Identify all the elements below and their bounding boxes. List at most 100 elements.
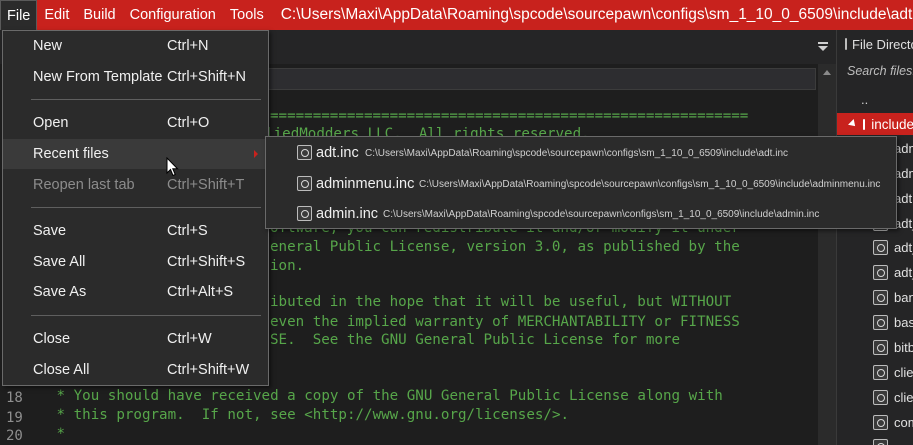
file-item[interactable]: adt_	[873, 262, 913, 282]
gear-icon	[873, 364, 888, 380]
menu-tools[interactable]: Tools	[223, 0, 271, 30]
recent-files-submenu: adt.inc C:\Users\Maxi\AppData\Roaming\sp…	[265, 136, 897, 229]
code-line: ========================================…	[270, 108, 749, 124]
menu-item-close-all[interactable]: Close All Ctrl+Shift+W	[3, 355, 268, 385]
menu-item-label: New	[33, 38, 63, 54]
menu-item-shortcut: Ctrl+N	[167, 38, 209, 54]
menu-edit[interactable]: Edit	[37, 0, 76, 30]
code-line: eneral Public License, version 3.0, as p…	[270, 239, 740, 255]
folder-icon	[863, 118, 866, 130]
file-label: base	[894, 314, 913, 330]
gear-icon	[873, 239, 888, 255]
menu-item-close[interactable]: Close Ctrl+W	[3, 324, 268, 354]
file-item[interactable]: clien	[873, 387, 913, 407]
file-item[interactable]: com	[873, 412, 913, 432]
menu-item-shortcut: Ctrl+W	[167, 331, 212, 347]
menu-item-label: New From Template	[33, 69, 163, 85]
recent-file-name: adminmenu.inc	[316, 176, 415, 192]
menu-item-label: Close	[33, 331, 71, 347]
recent-file-path: C:\Users\Maxi\AppData\Roaming\spcode\sou…	[419, 178, 881, 190]
file-item[interactable]: ban	[873, 287, 913, 307]
recent-file-item[interactable]: adt.inc C:\Users\Maxi\AppData\Roaming\sp…	[266, 138, 896, 168]
gear-icon	[873, 314, 888, 330]
menu-item-shortcut: Ctrl+Shift+W	[167, 362, 250, 378]
menu-item-shortcut: Ctrl+Shift+S	[167, 254, 246, 270]
file-item[interactable]	[873, 436, 894, 445]
file-label: com	[894, 414, 913, 430]
menu-configuration[interactable]: Configuration	[123, 0, 223, 30]
gear-icon	[297, 145, 312, 160]
tab-list-button[interactable]	[818, 40, 830, 54]
window-title: C:\Users\Maxi\AppData\Roaming\spcode\sou…	[280, 6, 913, 23]
menu-file[interactable]: File	[0, 0, 38, 30]
menu-item-open[interactable]: Open Ctrl+O	[3, 108, 268, 138]
file-directory-header: File Directory	[837, 30, 913, 58]
menu-item-shortcut: Ctrl+S	[167, 223, 208, 239]
menu-item-new-from-template[interactable]: New From Template Ctrl+Shift+N	[3, 62, 268, 92]
menu-bar: File Edit Build Configuration Tools C:\U…	[0, 0, 913, 30]
menu-item-label: Save	[33, 223, 67, 239]
gear-icon	[873, 414, 888, 430]
code-line: * You should have received a copy of the…	[48, 388, 723, 404]
line-number: 18	[6, 390, 23, 406]
menu-item-shortcut: Ctrl+Alt+S	[167, 284, 234, 300]
menu-item-label: Save All	[33, 254, 86, 270]
file-label: ban	[894, 289, 913, 305]
file-item[interactable]: clien	[873, 362, 913, 382]
file-label: adt_	[894, 239, 913, 255]
parent-directory-item[interactable]: ..	[861, 92, 868, 107]
menu-item-save-as[interactable]: Save As Ctrl+Alt+S	[3, 277, 268, 307]
code-line: ibuted in the hope that it will be usefu…	[270, 294, 732, 310]
line-number: 20	[6, 428, 23, 444]
submenu-arrow-icon	[254, 150, 258, 158]
menu-separator	[31, 99, 261, 100]
line-number: 19	[6, 410, 23, 426]
code-line: * this program. If not, see <http://www.…	[48, 407, 570, 423]
menu-item-label: Reopen last tab	[33, 177, 135, 193]
code-line: SE. See the GNU General Public License f…	[270, 332, 680, 348]
file-item[interactable]: bitb	[873, 337, 913, 357]
menu-item-reopen-last-tab[interactable]: Reopen last tab Ctrl+Shift+T	[3, 170, 268, 200]
menu-item-shortcut: Ctrl+O	[167, 115, 210, 131]
scroll-up-icon[interactable]	[823, 70, 831, 75]
gear-icon	[873, 339, 888, 355]
menu-item-label: Save As	[33, 284, 87, 300]
file-label: bitb	[894, 339, 913, 355]
recent-file-item[interactable]: admin.inc C:\Users\Maxi\AppData\Roaming\…	[266, 199, 896, 229]
code-line: *	[48, 426, 66, 442]
mouse-cursor-icon	[166, 157, 179, 177]
gear-icon	[297, 176, 312, 191]
gear-icon	[873, 438, 888, 445]
file-search-input[interactable]: Search files...	[847, 64, 913, 78]
file-menu-dropdown: New Ctrl+N New From Template Ctrl+Shift+…	[2, 30, 269, 386]
menu-item-shortcut: Ctrl+Shift+T	[167, 177, 245, 193]
menu-item-label: Open	[33, 115, 69, 131]
file-label: adt_	[894, 264, 913, 280]
code-line: ion.	[270, 258, 305, 274]
file-item[interactable]: adt_	[873, 237, 913, 257]
file-label: clien	[894, 389, 913, 405]
panel-title: File Directory	[852, 36, 913, 52]
menu-item-label: Close All	[33, 362, 90, 378]
menu-separator	[31, 315, 261, 316]
vertical-scrollbar[interactable]	[818, 64, 836, 445]
folder-item-include[interactable]: include	[837, 113, 913, 135]
expand-arrow-icon[interactable]	[848, 119, 858, 129]
menu-item-save[interactable]: Save Ctrl+S	[3, 216, 268, 246]
recent-file-name: adt.inc	[316, 145, 359, 161]
gear-icon	[873, 289, 888, 305]
recent-file-path: C:\Users\Maxi\AppData\Roaming\spcode\sou…	[365, 147, 789, 159]
file-directory-panel: File Directory Search files... .. includ…	[836, 30, 913, 445]
recent-file-path: C:\Users\Maxi\AppData\Roaming\spcode\sou…	[383, 208, 820, 220]
recent-file-item[interactable]: adminmenu.inc C:\Users\Maxi\AppData\Roam…	[266, 169, 896, 199]
gear-icon	[297, 206, 312, 221]
menu-build[interactable]: Build	[76, 0, 122, 30]
code-line: even the implied warranty of MERCHANTABI…	[270, 314, 740, 330]
file-item[interactable]: base	[873, 312, 913, 332]
menu-item-recent-files[interactable]: Recent files	[3, 139, 268, 169]
menu-item-save-all[interactable]: Save All Ctrl+Shift+S	[3, 247, 268, 277]
menu-item-new[interactable]: New Ctrl+N	[3, 31, 268, 61]
menu-separator	[31, 207, 261, 208]
file-label: clien	[894, 364, 913, 380]
menu-item-shortcut: Ctrl+Shift+N	[167, 69, 246, 85]
